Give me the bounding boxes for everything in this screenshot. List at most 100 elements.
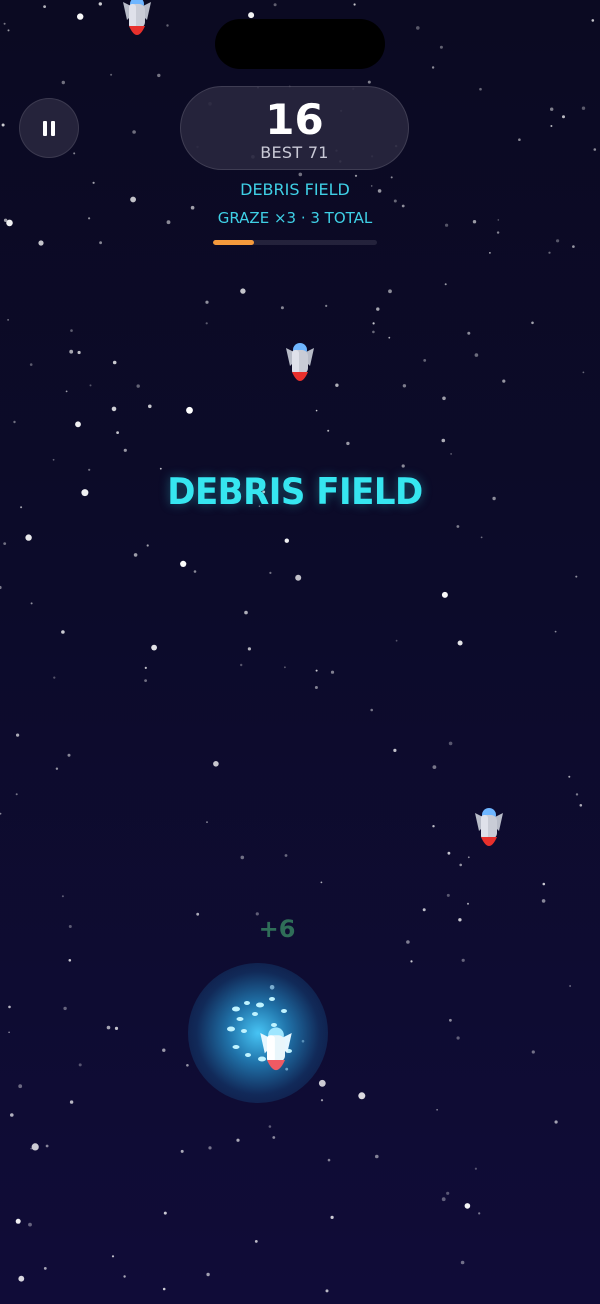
star xyxy=(30,602,33,605)
star xyxy=(77,13,84,20)
star xyxy=(410,960,413,963)
star xyxy=(335,383,339,387)
combo-popup: +6 xyxy=(258,915,296,943)
star xyxy=(3,22,6,25)
star xyxy=(467,331,471,335)
star xyxy=(456,525,460,528)
star xyxy=(502,379,506,383)
star xyxy=(572,245,575,248)
star xyxy=(298,172,303,177)
star xyxy=(474,1167,477,1170)
star xyxy=(330,670,335,674)
star xyxy=(401,204,405,208)
star xyxy=(461,958,465,962)
star xyxy=(315,409,318,412)
star xyxy=(457,640,463,646)
star xyxy=(206,821,208,823)
star xyxy=(272,1136,276,1139)
star xyxy=(459,863,463,867)
star xyxy=(318,1079,326,1087)
star xyxy=(327,1158,331,1162)
star xyxy=(370,708,374,712)
star xyxy=(70,329,73,332)
star xyxy=(206,1272,210,1277)
star xyxy=(16,733,20,737)
star xyxy=(441,1197,446,1202)
star xyxy=(162,1287,166,1291)
star xyxy=(69,349,74,354)
star xyxy=(330,1215,334,1219)
star xyxy=(480,536,483,539)
star xyxy=(3,542,7,545)
star xyxy=(447,851,451,855)
star xyxy=(52,458,55,461)
star xyxy=(479,87,482,91)
star xyxy=(0,585,2,590)
star xyxy=(474,353,479,357)
star xyxy=(78,1063,82,1067)
star xyxy=(460,1260,465,1265)
star xyxy=(0,812,2,815)
star xyxy=(284,538,289,543)
star xyxy=(7,29,10,32)
star xyxy=(354,174,358,177)
star xyxy=(441,438,446,443)
star xyxy=(68,925,72,928)
star xyxy=(8,1005,11,1009)
star xyxy=(548,251,551,254)
best-score-label: BEST 71 xyxy=(260,143,329,162)
star xyxy=(432,765,437,769)
star xyxy=(186,406,193,414)
star xyxy=(98,2,103,6)
star xyxy=(144,679,148,682)
graze-counter: GRAZE ×3 · 3 TOTAL xyxy=(217,209,373,227)
star xyxy=(144,666,147,670)
level-progress-fill xyxy=(213,240,254,245)
star xyxy=(77,350,81,355)
star xyxy=(467,856,470,859)
star xyxy=(575,793,579,796)
star xyxy=(163,1211,167,1215)
star xyxy=(65,390,68,393)
star xyxy=(43,5,46,8)
enemy-rocket-icon xyxy=(123,0,151,35)
star xyxy=(248,12,255,19)
star xyxy=(422,908,426,912)
star xyxy=(390,176,393,179)
star xyxy=(146,544,149,547)
star xyxy=(61,895,64,898)
star xyxy=(112,360,117,365)
star xyxy=(136,384,140,388)
star xyxy=(132,130,136,134)
star xyxy=(157,73,161,78)
star xyxy=(10,1113,14,1117)
star xyxy=(284,854,288,857)
star xyxy=(423,359,427,362)
star xyxy=(591,19,595,22)
star xyxy=(372,330,375,334)
star xyxy=(375,1154,379,1159)
star xyxy=(562,115,565,119)
star xyxy=(114,1026,119,1030)
star xyxy=(8,1031,10,1034)
star xyxy=(69,1100,74,1104)
star xyxy=(43,1267,47,1270)
star xyxy=(193,570,197,573)
star xyxy=(61,80,65,85)
star xyxy=(446,893,450,897)
star xyxy=(325,1289,329,1293)
star xyxy=(496,231,500,234)
star xyxy=(99,241,102,245)
star xyxy=(123,448,127,452)
level-progress-bar xyxy=(213,240,377,245)
star xyxy=(388,336,391,339)
pause-button[interactable] xyxy=(19,98,79,158)
enemy-rocket-icon xyxy=(475,808,503,846)
star xyxy=(402,384,407,388)
star xyxy=(542,882,546,886)
star xyxy=(280,306,284,310)
star xyxy=(376,307,380,311)
star xyxy=(358,1092,366,1100)
star xyxy=(89,384,92,387)
star xyxy=(582,371,585,374)
